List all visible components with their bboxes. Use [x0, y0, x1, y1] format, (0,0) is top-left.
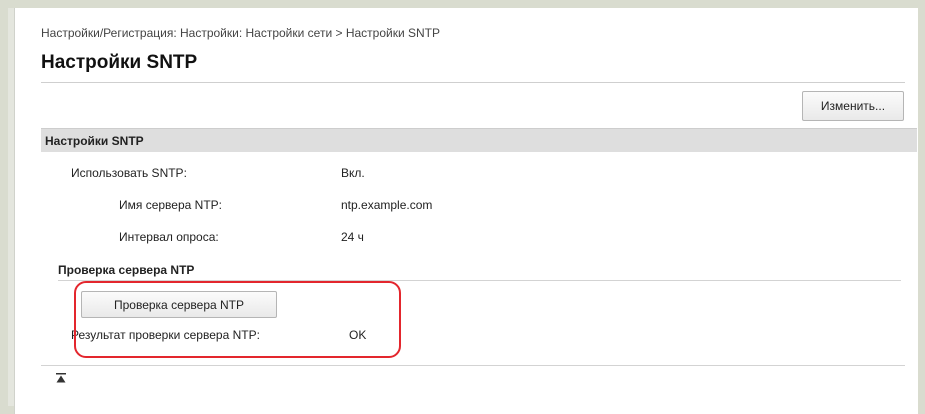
- edit-button[interactable]: Изменить...: [802, 91, 904, 121]
- breadcrumb: Настройки/Регистрация: Настройки: Настро…: [41, 26, 440, 40]
- setting-label-use-sntp: Использовать SNTP:: [71, 166, 187, 180]
- ntp-check-result-value: OK: [349, 328, 367, 342]
- ntp-check-divider: [58, 280, 901, 281]
- setting-value-use-sntp: Вкл.: [341, 166, 365, 180]
- setting-label-ntp-server: Имя сервера NTP:: [119, 198, 222, 212]
- setting-value-ntp-server: ntp.example.com: [341, 198, 433, 212]
- title-divider: [41, 82, 905, 83]
- setting-label-poll-interval: Интервал опроса:: [119, 230, 219, 244]
- ntp-check-header: Проверка сервера NTP: [58, 263, 195, 277]
- setting-value-poll-interval: 24 ч: [341, 230, 364, 244]
- bottom-divider: [41, 365, 905, 366]
- page-title: Настройки SNTP: [41, 52, 198, 73]
- section-header-sntp: Настройки SNTP: [41, 128, 917, 152]
- settings-window: Настройки/Регистрация: Настройки: Настро…: [14, 8, 918, 414]
- ntp-check-result-label: Результат проверки сервера NTP:: [71, 328, 260, 342]
- arrow-to-top-icon[interactable]: [55, 372, 67, 384]
- ntp-check-button[interactable]: Проверка сервера NTP: [81, 291, 277, 318]
